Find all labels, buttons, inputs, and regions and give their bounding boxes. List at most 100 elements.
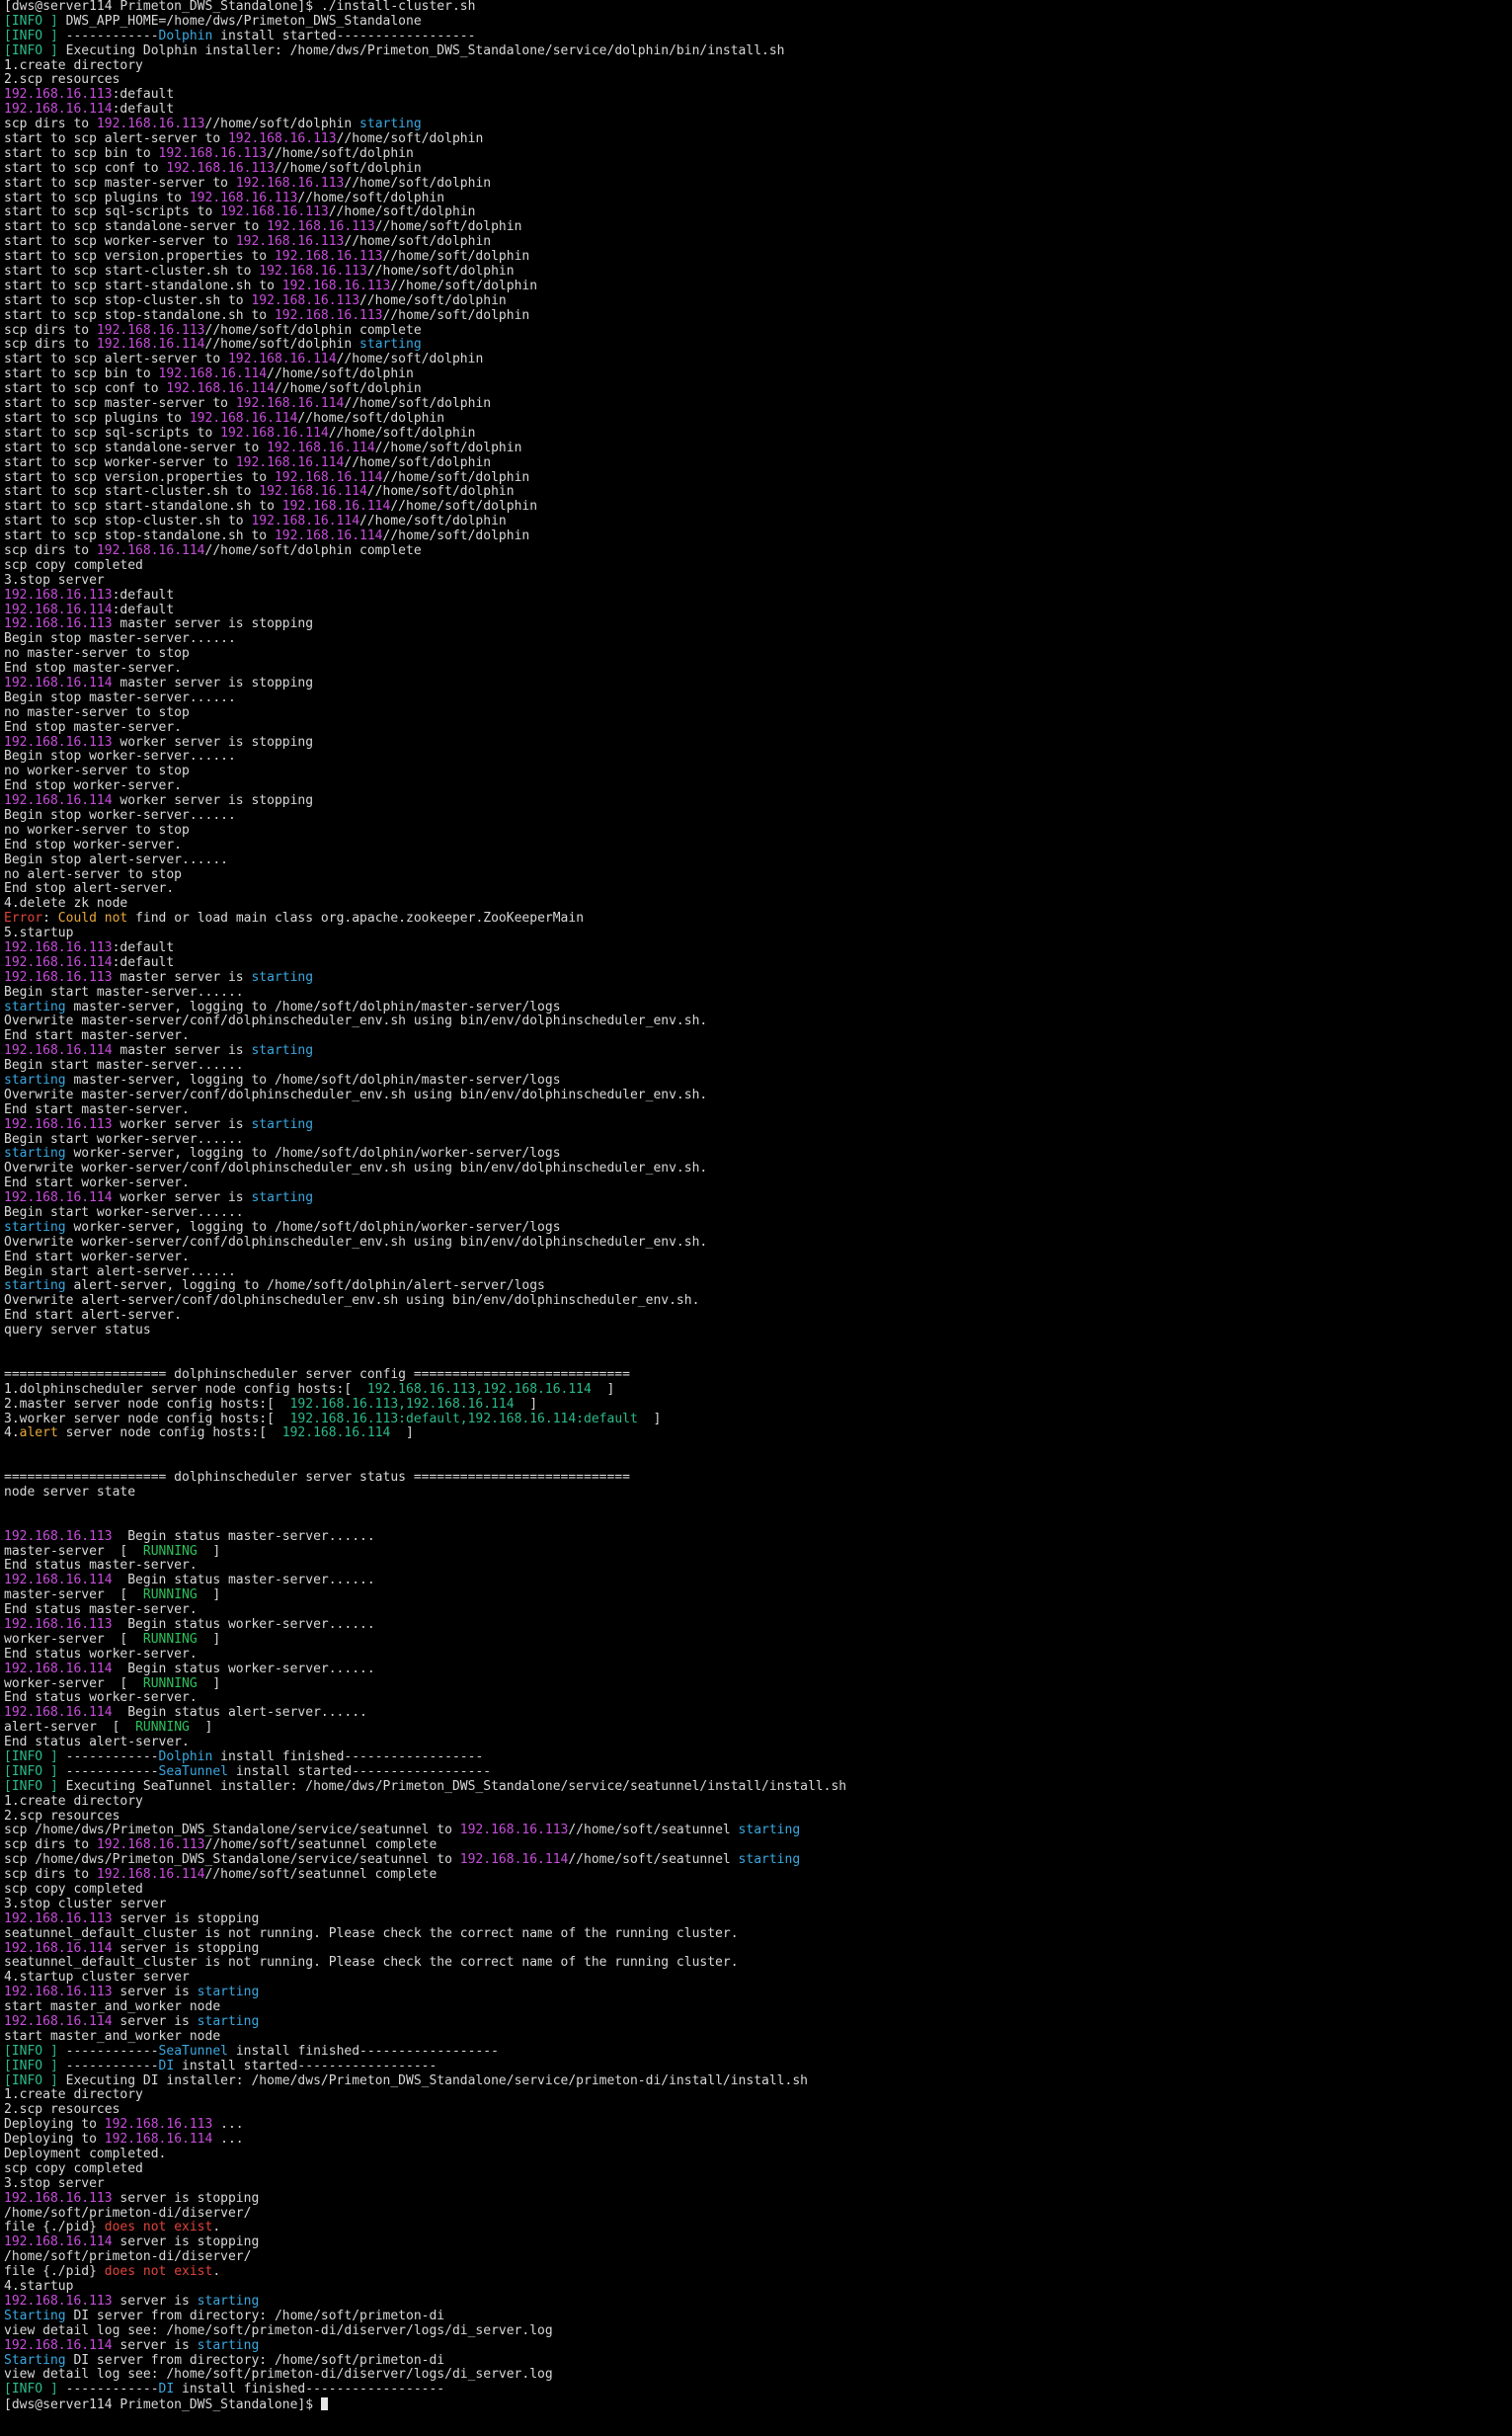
text-segment: master-server [ bbox=[4, 1543, 143, 1559]
text-segment: :default bbox=[112, 102, 175, 118]
text-segment: . bbox=[212, 2220, 221, 2235]
text-segment: /home/soft/primeton-di/diserver/ bbox=[4, 2249, 252, 2265]
terminal-line: Begin stop master-server...... bbox=[4, 631, 1508, 647]
text-segment: //home/soft/dolphin bbox=[344, 175, 492, 191]
text-segment: 192.168.16.113 bbox=[158, 145, 268, 161]
text-segment: :default bbox=[112, 602, 175, 617]
terminal-line: End start worker-server. bbox=[4, 1250, 1508, 1265]
text-segment: 192.168.16.114 bbox=[4, 1661, 113, 1676]
text-segment: 3.worker server node config hosts:[ bbox=[4, 1411, 290, 1426]
terminal-line: Deploying to 192.168.16.113 ... bbox=[4, 2117, 1508, 2133]
terminal-line: Deploying to 192.168.16.114 ... bbox=[4, 2132, 1508, 2148]
terminal-line: view detail log see: /home/soft/primeton… bbox=[4, 2323, 1508, 2339]
text-segment: scp dirs to bbox=[4, 1867, 97, 1883]
text-segment: 1.create directory bbox=[4, 57, 143, 73]
text-segment: start to scp standalone-server to bbox=[4, 440, 268, 455]
text-segment: 192.168.16.113 bbox=[4, 969, 113, 985]
text-segment: 192.168.16.113 bbox=[251, 292, 360, 308]
terminal-line: 192.168.16.113 Begin status master-serve… bbox=[4, 1529, 1508, 1545]
terminal-line: 4.startup cluster server bbox=[4, 1970, 1508, 1986]
terminal-line: Begin start master-server...... bbox=[4, 1058, 1508, 1074]
text-segment: Begin status worker-server...... bbox=[112, 1616, 375, 1632]
text-segment: 192.168.16.114 bbox=[4, 1043, 113, 1059]
text-segment: //home/soft/dolphin bbox=[390, 499, 538, 515]
terminal-window[interactable]: [dws@server114 Primeton_DWS_Standalone]$… bbox=[0, 0, 1512, 2436]
terminal-line: 192.168.16.113:default bbox=[4, 87, 1508, 103]
text-segment: ------------ bbox=[57, 1763, 159, 1779]
command-prompt-line[interactable]: [dws@server114 Primeton_DWS_Standalone]$ bbox=[4, 2397, 1508, 2412]
terminal-line: scp /home/dws/Primeton_DWS_Standalone/se… bbox=[4, 1823, 1508, 1838]
text-segment: ------------ bbox=[57, 2043, 159, 2059]
terminal-line: 2.scp resources bbox=[4, 1809, 1508, 1825]
text-segment: 192.168.16.113 bbox=[4, 616, 113, 632]
text-segment: ] bbox=[197, 1675, 221, 1691]
terminal-line: start to scp stop-cluster.sh to 192.168.… bbox=[4, 514, 1508, 529]
terminal-line: start to scp master-server to 192.168.16… bbox=[4, 396, 1508, 412]
terminal-line: starting alert-server, logging to /home/… bbox=[4, 1279, 1508, 1294]
text-segment: server is stopping bbox=[112, 2190, 260, 2206]
text-segment: Starting bbox=[4, 2308, 66, 2323]
text-segment: scp dirs to bbox=[4, 117, 97, 132]
terminal-line: Begin start master-server...... bbox=[4, 985, 1508, 1001]
text-segment: 192.168.16.114 bbox=[96, 337, 205, 353]
text-segment: End status master-server. bbox=[4, 1558, 198, 1574]
text-segment: seatunnel_default_cluster is not running… bbox=[4, 1955, 739, 1971]
text-segment: no worker-server to stop bbox=[4, 822, 190, 838]
text-segment: //home/soft/dolphin bbox=[382, 528, 530, 544]
terminal-line: 192.168.16.113 master server is starting bbox=[4, 969, 1508, 986]
terminal-line: start to scp version.properties to 192.1… bbox=[4, 470, 1508, 486]
text-segment: master server is bbox=[112, 1043, 252, 1059]
text-segment: Overwrite master-server/conf/dolphinsche… bbox=[4, 1087, 708, 1102]
text-segment: //home/soft/dolphin bbox=[297, 190, 445, 205]
text-segment: ] bbox=[197, 1543, 221, 1559]
text-segment: Begin status worker-server...... bbox=[112, 1661, 375, 1676]
text-segment: //home/soft/dolphin complete bbox=[204, 542, 422, 558]
text-segment: //home/soft/dolphin bbox=[267, 366, 414, 382]
terminal-line: no worker-server to stop bbox=[4, 822, 1508, 839]
text-segment: starting bbox=[197, 2293, 260, 2309]
text-segment: start to scp alert-server to bbox=[4, 131, 228, 147]
terminal-line: 192.168.16.114 worker server is starting bbox=[4, 1190, 1508, 1206]
text-segment: 2.master server node config hosts:[ bbox=[4, 1396, 290, 1412]
text-segment: Overwrite worker-server/conf/dolphinsche… bbox=[4, 1234, 708, 1250]
text-segment: Begin stop worker-server...... bbox=[4, 749, 236, 765]
text-segment: starting bbox=[251, 969, 314, 985]
text-segment: [dws@server114 Primeton_DWS_Standalone]$… bbox=[4, 0, 476, 14]
terminal-line: 192.168.16.114 Begin status alert-server… bbox=[4, 1705, 1508, 1721]
text-segment: DI bbox=[158, 2058, 175, 2073]
text-segment: End start master-server. bbox=[4, 1028, 190, 1044]
text-segment: scp dirs to bbox=[4, 542, 97, 558]
text-segment: 4. bbox=[4, 1425, 20, 1441]
terminal-line: End status master-server. bbox=[4, 1558, 1508, 1574]
text-segment: Deployment completed. bbox=[4, 2147, 167, 2162]
terminal-line: start to scp sql-scripts to 192.168.16.1… bbox=[4, 426, 1508, 442]
text-segment: Error bbox=[4, 911, 43, 927]
text-segment: 192.168.16.114 bbox=[96, 1867, 205, 1883]
text-segment: find or load main class org.apache.zooke… bbox=[127, 911, 585, 927]
terminal-line: 192.168.16.114 server is stopping bbox=[4, 1941, 1508, 1957]
text-segment: /home/soft/primeton-di/diserver/ bbox=[4, 2205, 252, 2221]
text-segment: 4.startup cluster server bbox=[4, 1970, 190, 1986]
text-segment: End stop master-server. bbox=[4, 719, 183, 735]
terminal-output: [dws@server114 Primeton_DWS_Standalone]$… bbox=[4, 0, 1508, 2397]
terminal-line: scp dirs to 192.168.16.114//home/soft/do… bbox=[4, 542, 1508, 559]
terminal-line: Overwrite worker-server/conf/dolphinsche… bbox=[4, 1161, 1508, 1177]
text-segment: ... bbox=[212, 2132, 244, 2148]
text-segment: 192.168.16.114 bbox=[235, 454, 345, 470]
text-segment: [INFO ] bbox=[4, 1778, 58, 1794]
terminal-line: 2.master server node config hosts:[ 192.… bbox=[4, 1396, 1508, 1413]
text-segment: 192.168.16.113 bbox=[4, 87, 113, 103]
text-segment: 192.168.16.114 bbox=[4, 2337, 113, 2353]
text-segment: //home/soft/dolphin bbox=[374, 219, 522, 235]
text-segment: does not exist bbox=[104, 2264, 213, 2280]
text-segment: RUNNING bbox=[142, 1631, 198, 1647]
text-segment: [INFO ] bbox=[4, 1748, 58, 1764]
text-segment: install started------------------ bbox=[228, 1763, 492, 1779]
terminal-line: start to scp start-standalone.sh to 192.… bbox=[4, 279, 1508, 294]
terminal-line: ===================== dolphinscheduler s… bbox=[4, 1470, 1508, 1486]
text-segment: //home/soft/dolphin bbox=[382, 249, 530, 265]
terminal-line: no worker-server to stop bbox=[4, 764, 1508, 779]
text-segment: 192.168.16.113 bbox=[4, 1985, 113, 2000]
terminal-line: 192.168.16.113 master server is stopping bbox=[4, 616, 1508, 632]
text-segment: 192.168.16.113 bbox=[274, 307, 383, 323]
